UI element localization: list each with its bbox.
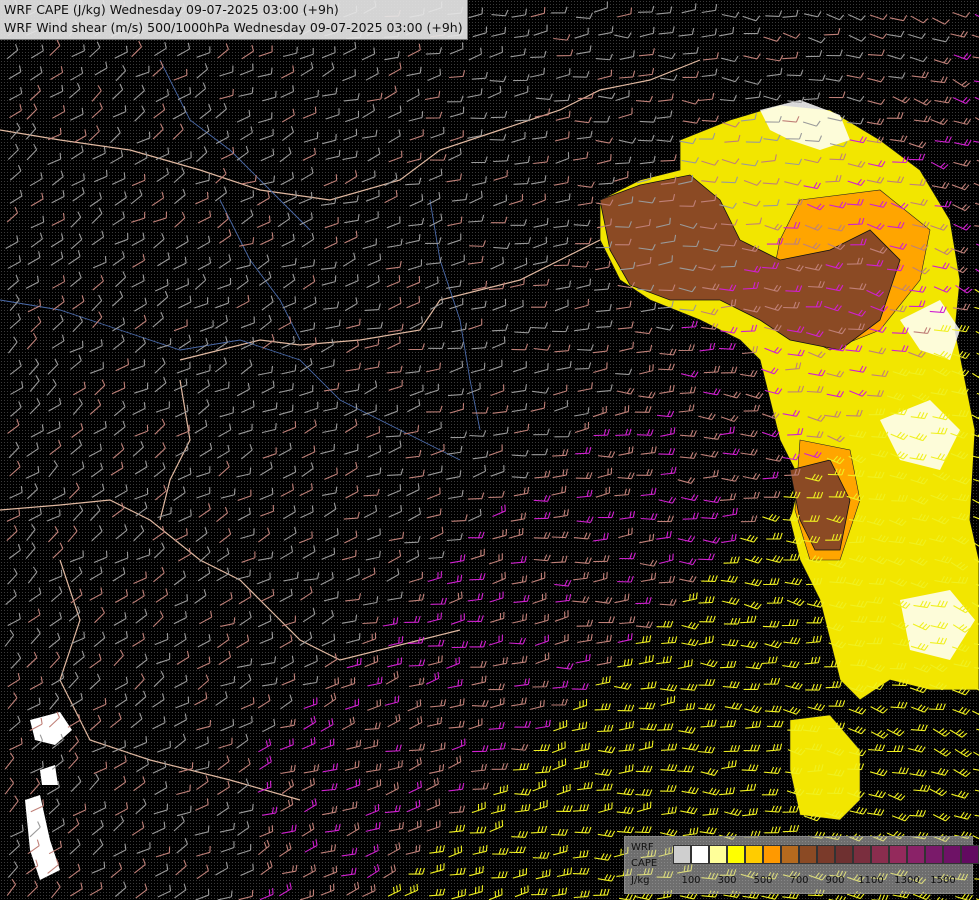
legend-swatch [763, 845, 781, 864]
legend-swatch [925, 845, 943, 864]
legend-tick-label: 900 [825, 875, 845, 886]
legend-swatch [745, 845, 763, 864]
legend-swatch [961, 845, 979, 864]
legend-swatch [709, 845, 727, 864]
legend-swatches [673, 845, 979, 864]
legend-tick-label: 500 [753, 875, 773, 886]
legend-label-unit: J/kg [631, 875, 650, 886]
map-title-box: WRF CAPE (J/kg) Wednesday 09-07-2025 03:… [0, 0, 468, 40]
legend-swatch [853, 845, 871, 864]
legend-ticks: 100 300 500 700 900 1100 1300 1500 [673, 875, 973, 889]
legend-swatch [673, 845, 691, 864]
legend-tick-label: 300 [717, 875, 737, 886]
weather-map [0, 0, 979, 900]
legend-swatch [799, 845, 817, 864]
legend-swatch [943, 845, 961, 864]
legend-swatch [781, 845, 799, 864]
legend-label-cape: CAPE [631, 858, 658, 869]
legend-swatch [727, 845, 745, 864]
legend-tick-label: 1500 [930, 875, 956, 886]
legend-swatch [907, 845, 925, 864]
legend-swatch [889, 845, 907, 864]
legend-swatch [817, 845, 835, 864]
legend-tick-label: 700 [789, 875, 809, 886]
legend-tick-label: 100 [681, 875, 701, 886]
cape-legend: WRF CAPE J/kg 100 300 500 700 900 1100 1300 150… [624, 836, 979, 894]
legend-tick-label: 1300 [894, 875, 920, 886]
legend-tick-label: 1100 [858, 875, 884, 886]
legend-swatch [691, 845, 709, 864]
cape-title: WRF CAPE (J/kg) Wednesday 09-07-2025 03:… [4, 2, 339, 17]
legend-label-wrf: WRF [631, 842, 654, 853]
wind-shear-title: WRF Wind shear (m/s) 500/1000hPa Wednesd… [4, 20, 463, 35]
legend-swatch [835, 845, 853, 864]
legend-swatch [871, 845, 889, 864]
